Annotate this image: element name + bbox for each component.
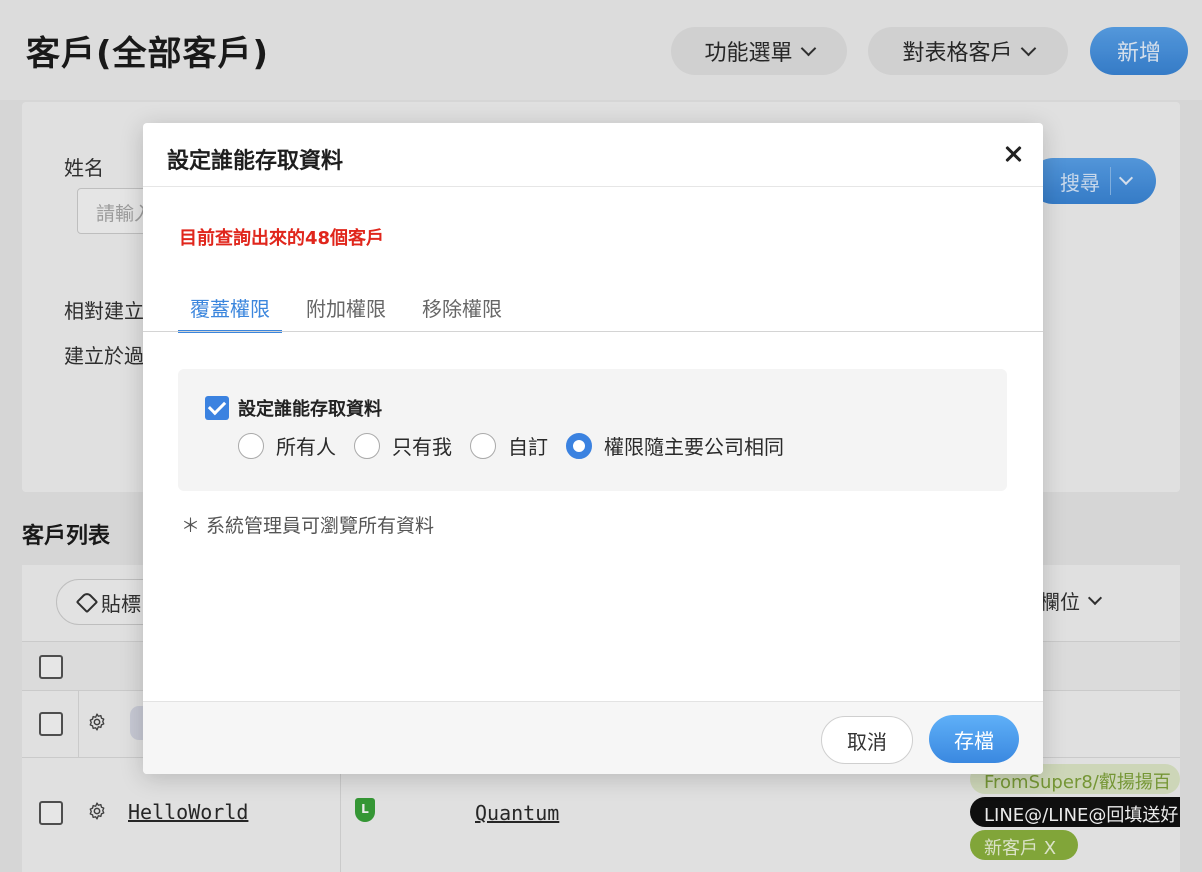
tab-append[interactable]: 附加權限 [294, 289, 398, 333]
radio-label: 自訂 [508, 435, 548, 459]
tab-override[interactable]: 覆蓋權限 [178, 289, 282, 333]
radio-button[interactable] [470, 432, 496, 459]
query-count-text: 目前查詢出來的48個客戶 [179, 228, 385, 249]
radio-same-as-company[interactable]: 權限隨主要公司相同 [566, 431, 784, 460]
admin-note: ＊ 系統管理員可瀏覽所有資料 [181, 515, 435, 537]
access-permission-dialog: 設定誰能存取資料 目前查詢出來的48個客戶 覆蓋權限 附加權限 移除權限 設定誰… [143, 123, 1043, 774]
radio-everyone[interactable]: 所有人 [238, 431, 336, 460]
dialog-title: 設定誰能存取資料 [167, 149, 344, 174]
access-radio-group: 所有人 只有我 自訂 權限隨主要公司相同 [238, 431, 802, 460]
radio-label: 只有我 [392, 435, 452, 459]
radio-label: 權限隨主要公司相同 [604, 435, 784, 459]
tab-remove[interactable]: 移除權限 [410, 289, 514, 333]
radio-button-selected[interactable] [566, 432, 592, 459]
set-access-label: 設定誰能存取資料 [238, 399, 382, 420]
save-button[interactable]: 存檔 [929, 715, 1019, 763]
radio-button[interactable] [354, 432, 380, 459]
set-access-checkbox[interactable] [205, 396, 229, 420]
divider [143, 331, 1043, 332]
radio-label: 所有人 [276, 435, 336, 459]
radio-only-me[interactable]: 只有我 [354, 431, 452, 460]
dialog-footer: 取消 存檔 [143, 702, 1043, 774]
divider [143, 186, 1043, 187]
close-icon[interactable] [1000, 141, 1026, 167]
permission-tabs: 覆蓋權限 附加權限 移除權限 [178, 289, 526, 333]
cancel-button[interactable]: 取消 [821, 716, 913, 764]
permission-settings-box: 設定誰能存取資料 所有人 只有我 自訂 權限隨主要公司相同 [178, 369, 1007, 491]
radio-button[interactable] [238, 432, 264, 459]
radio-custom[interactable]: 自訂 [470, 431, 548, 460]
